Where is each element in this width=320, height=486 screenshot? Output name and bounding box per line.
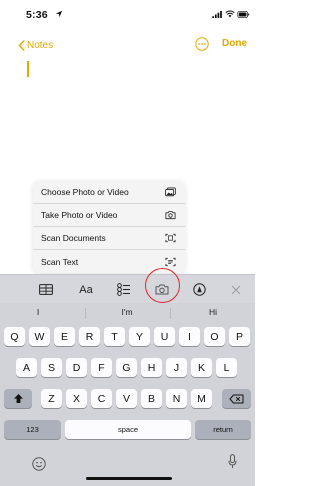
format-label: Aa [79, 283, 93, 296]
menu-item-choose-photo[interactable]: Choose Photo or Video [33, 181, 185, 204]
key-t[interactable]: T [104, 327, 125, 346]
space-key[interactable]: space [65, 420, 191, 439]
markup-icon [192, 283, 206, 296]
key-l[interactable]: L [216, 358, 237, 377]
format-button[interactable]: Aa [74, 281, 98, 298]
suggestion-bar: I I'm Hi [0, 303, 255, 323]
more-options-icon[interactable] [195, 37, 209, 51]
text-cursor [27, 61, 29, 77]
shift-arrow-icon [13, 394, 23, 403]
key-c[interactable]: C [91, 389, 112, 408]
scan-document-icon [165, 233, 176, 243]
menu-item-take-photo[interactable]: Take Photo or Video [33, 204, 185, 227]
menu-item-label: Take Photo or Video [41, 210, 118, 220]
key-w[interactable]: W [29, 327, 50, 346]
camera-icon [165, 211, 176, 220]
key-d[interactable]: D [66, 358, 87, 377]
key-f[interactable]: F [91, 358, 112, 377]
done-button[interactable]: Done [222, 38, 247, 49]
key-j[interactable]: J [166, 358, 187, 377]
key-x[interactable]: X [66, 389, 87, 408]
key-h[interactable]: H [141, 358, 162, 377]
numbers-key[interactable]: 123 [4, 420, 61, 439]
key-u[interactable]: U [154, 327, 175, 346]
wifi-icon [225, 10, 235, 18]
menu-item-scan-documents[interactable]: Scan Documents [33, 227, 185, 250]
key-a[interactable]: A [16, 358, 37, 377]
shift-key[interactable] [4, 389, 32, 408]
status-time: 5:36 [26, 9, 48, 21]
menu-item-label: Scan Documents [41, 233, 106, 243]
battery-icon [237, 11, 250, 18]
back-button[interactable]: Notes [18, 38, 53, 52]
camera-highlight-circle [145, 268, 180, 303]
emoji-icon[interactable] [32, 457, 46, 471]
back-label: Notes [27, 39, 54, 51]
key-m[interactable]: M [191, 389, 212, 408]
location-arrow-icon [55, 10, 63, 18]
backspace-icon [229, 394, 244, 403]
suggestion-divider [170, 308, 171, 319]
table-button[interactable] [36, 281, 56, 298]
key-p[interactable]: P [229, 327, 250, 346]
key-g[interactable]: G [116, 358, 137, 377]
key-y[interactable]: Y [129, 327, 150, 346]
delete-key[interactable] [222, 389, 251, 408]
suggestion-item[interactable]: I [8, 307, 68, 317]
return-key[interactable]: return [195, 420, 251, 439]
chevron-left-icon [18, 39, 25, 51]
key-n[interactable]: N [166, 389, 187, 408]
suggestion-item[interactable]: I'm [97, 307, 157, 317]
checklist-icon [117, 283, 130, 296]
close-toolbar-button[interactable] [228, 281, 244, 298]
close-icon [231, 285, 241, 294]
key-v[interactable]: V [116, 389, 137, 408]
key-k[interactable]: K [191, 358, 212, 377]
key-r[interactable]: R [79, 327, 100, 346]
suggestion-item[interactable]: Hi [183, 307, 243, 317]
signal-icon [212, 11, 222, 18]
key-o[interactable]: O [204, 327, 225, 346]
key-b[interactable]: B [141, 389, 162, 408]
photo-library-icon [165, 187, 176, 197]
formatting-toolbar: Aa [0, 274, 255, 303]
key-s[interactable]: S [41, 358, 62, 377]
menu-item-label: Choose Photo or Video [41, 187, 129, 197]
suggestion-divider [85, 308, 86, 319]
keyboard: I I'm Hi Q W E R T Y U I O P A S D F G H… [0, 303, 255, 486]
key-i[interactable]: I [179, 327, 200, 346]
microphone-icon[interactable] [228, 454, 237, 469]
checklist-button[interactable] [115, 281, 133, 298]
status-bar: 5:36 [0, 0, 255, 28]
home-indicator [86, 477, 172, 480]
scan-text-icon [165, 257, 176, 266]
markup-button[interactable] [190, 281, 208, 298]
phone-screen: 5:36 Notes Done Choose Photo or Video Ta… [0, 0, 255, 486]
menu-item-label: Scan Text [41, 256, 79, 267]
key-z[interactable]: Z [41, 389, 62, 408]
key-q[interactable]: Q [4, 327, 25, 346]
attachment-menu: Choose Photo or Video Take Photo or Vide… [33, 181, 185, 273]
table-icon [39, 284, 53, 295]
key-e[interactable]: E [54, 327, 75, 346]
